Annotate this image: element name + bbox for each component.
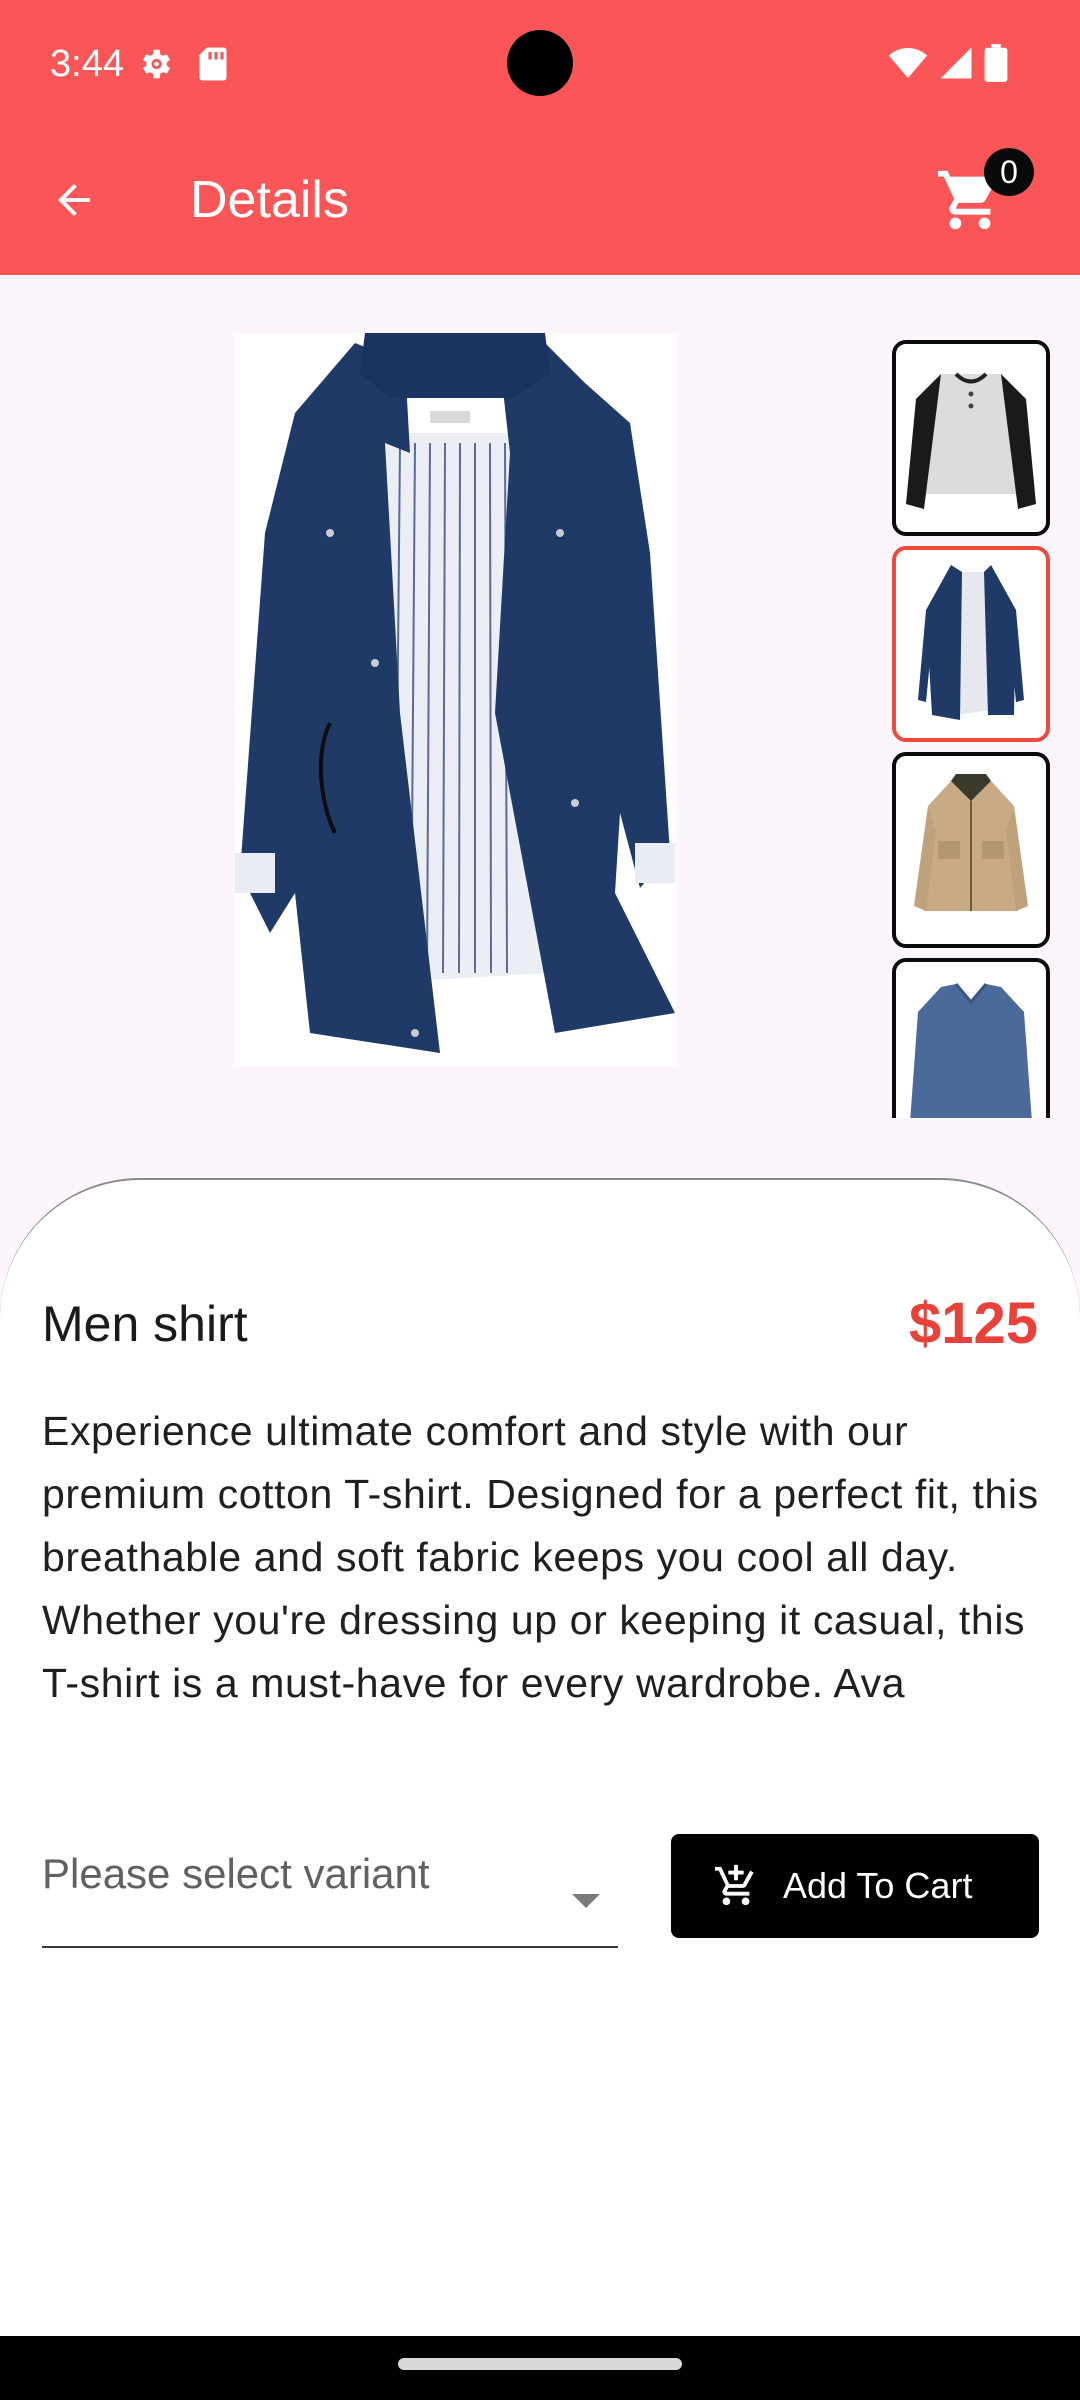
signal-icon: [940, 47, 972, 79]
navy-jacket-image: [235, 333, 675, 1053]
variant-dropdown[interactable]: Please select variant: [42, 1830, 618, 1948]
page-title: Details: [190, 171, 349, 229]
wifi-icon: [888, 48, 928, 78]
thumbnail-raglan-shirt[interactable]: [892, 340, 1050, 536]
variant-placeholder: Please select variant: [42, 1850, 430, 1897]
blue-shirt-image: [910, 983, 1032, 1118]
gear-icon: [143, 49, 171, 79]
product-price: $125: [908, 1291, 1038, 1356]
arrow-back-icon: [58, 184, 90, 216]
thumbnail-blue-shirt[interactable]: [892, 958, 1050, 1118]
raglan-shirt-image: [906, 372, 1036, 509]
product-name: Men shirt: [42, 1296, 248, 1352]
add-to-cart-button[interactable]: Add To Cart: [671, 1834, 1039, 1938]
add-to-cart-label: Add To Cart: [783, 1865, 973, 1906]
dropdown-arrow-icon: [572, 1894, 600, 1908]
khaki-jacket-image: [914, 774, 1028, 911]
status-time: 3:44: [50, 43, 124, 85]
home-indicator[interactable]: [398, 2358, 682, 2370]
sd-card-icon: [199, 47, 227, 81]
thumbnail-khaki-jacket[interactable]: [892, 752, 1050, 948]
back-button[interactable]: [34, 160, 114, 240]
thumbnail-list[interactable]: [888, 330, 1054, 1118]
product-main-image: [235, 333, 676, 1067]
navy-jacket-thumbnail-image: [916, 560, 1026, 730]
front-camera: [507, 30, 573, 96]
product-details-sheet: [0, 1178, 1080, 2400]
cart-count-badge: 0: [984, 148, 1034, 196]
thumbnail-navy-jacket[interactable]: [892, 546, 1050, 742]
product-description: Experience ultimate comfort and style wi…: [42, 1408, 1039, 1706]
add-shopping-cart-icon: [714, 1864, 754, 1906]
battery-icon: [984, 44, 1008, 82]
